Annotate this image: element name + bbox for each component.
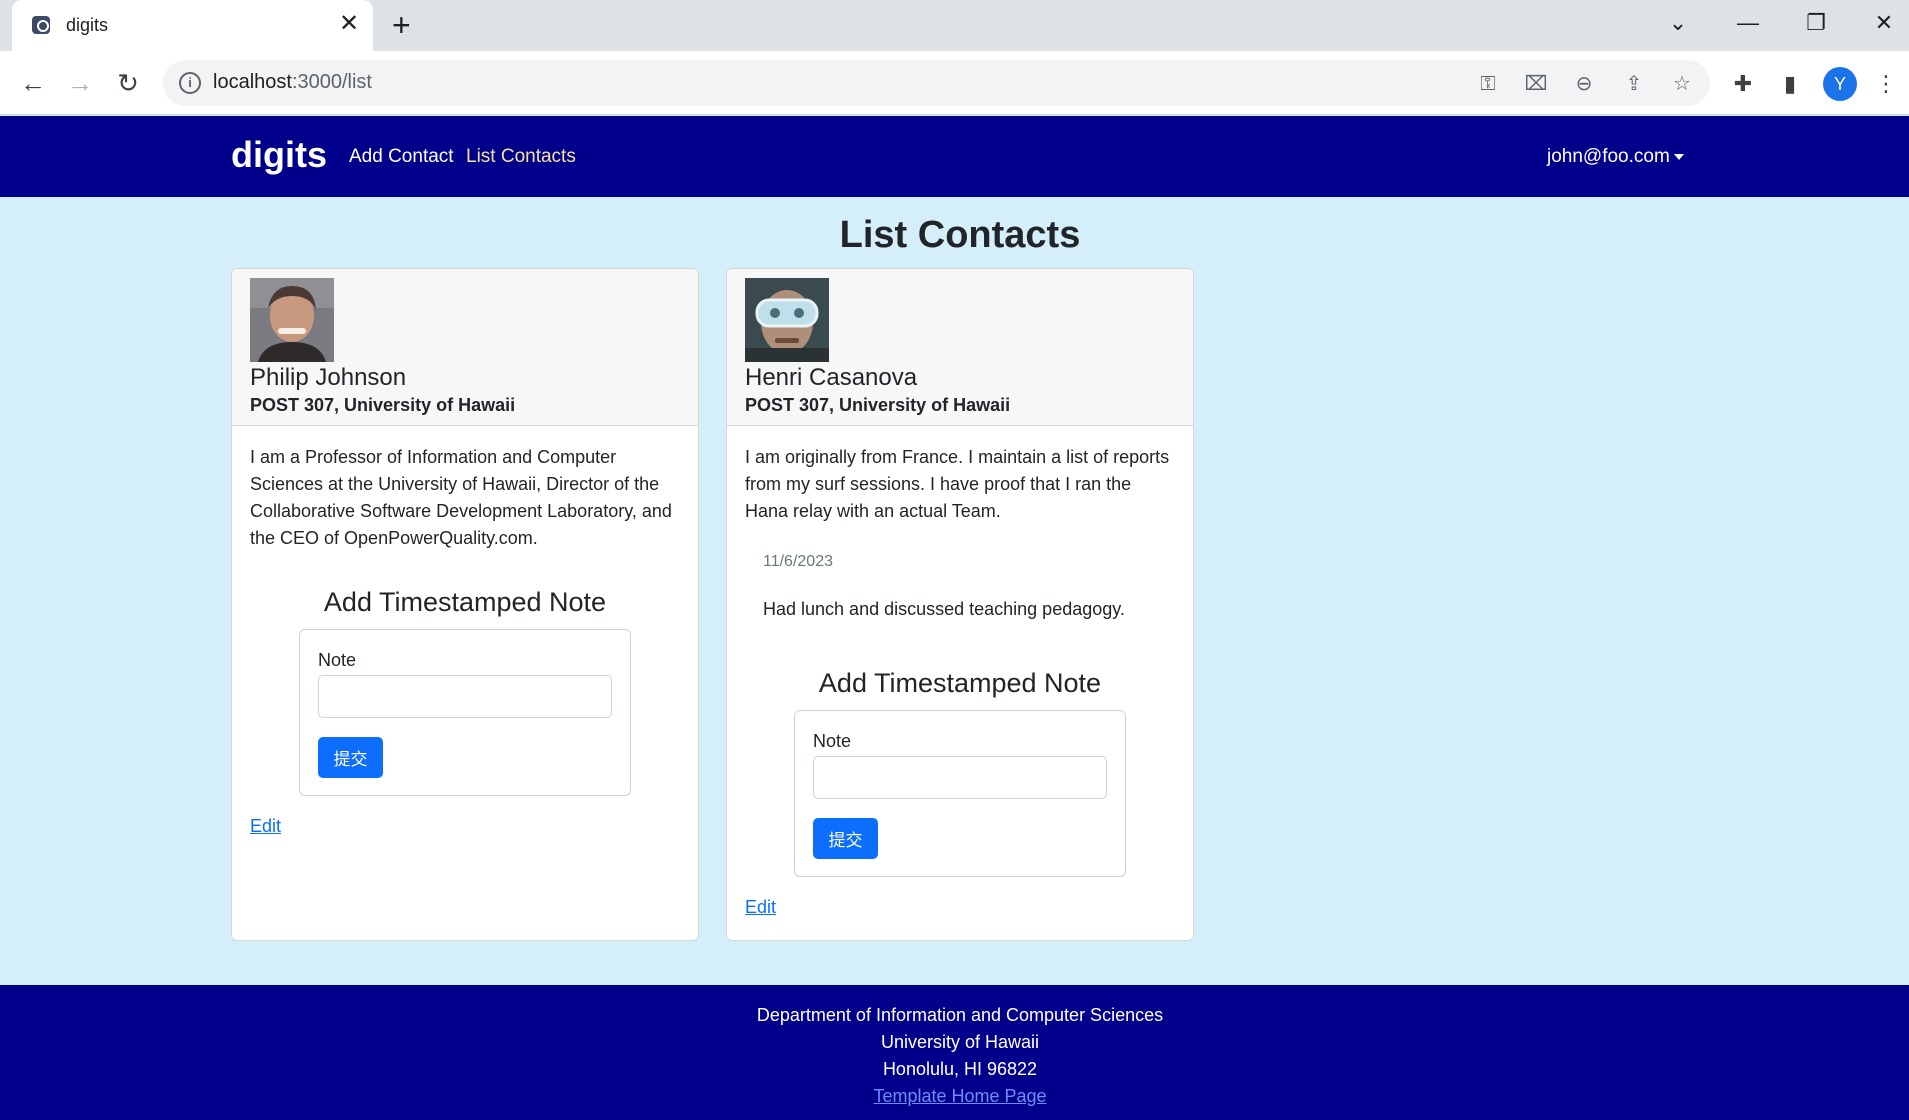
contact-photo [250,278,334,362]
extensions-icon[interactable]: ✚ [1726,67,1760,101]
menu-kebab-icon[interactable]: ⋮ [1869,67,1903,101]
close-window-icon[interactable]: ✕ [1864,8,1904,38]
browser-tab-bar: digits ✕ + ⌄ — ❐ ✕ [0,0,1909,51]
zoom-out-icon[interactable]: ⊖ [1570,70,1598,98]
note-label: Note [813,731,852,751]
add-note-title: Add Timestamped Note [323,587,607,617]
bookmark-star-icon[interactable]: ☆ [1668,70,1696,98]
contact-address: POST 307, University of Hawaii [745,395,1011,415]
close-tab-icon[interactable]: ✕ [339,11,359,37]
favicon-icon [32,16,50,34]
translate-icon[interactable]: ⌧ [1522,70,1550,98]
restore-icon[interactable]: ❐ [1796,8,1836,38]
add-note-form: Note 提交 [299,629,631,796]
user-dropdown[interactable]: john@foo.com [1547,146,1684,168]
add-note-form: Note 提交 [794,710,1126,877]
app-navbar: digits Add Contact List Contacts john@fo… [0,116,1909,197]
note-input[interactable] [813,756,1107,799]
profile-avatar[interactable]: Y [1823,67,1857,101]
template-home-link[interactable]: Template Home Page [873,1086,1046,1106]
note-input[interactable] [318,675,612,718]
side-panel-icon[interactable]: ▮ [1773,67,1807,101]
add-note-title: Add Timestamped Note [818,668,1102,698]
footer-university: University of Hawaii [880,1032,1040,1052]
tab-title: digits [66,15,109,35]
note-text: Had lunch and discussed teaching pedagog… [763,599,1125,619]
card-header: Philip Johnson POST 307, University of H… [232,269,698,426]
url-text[interactable]: localhost:3000/list [213,71,372,94]
note-timestamp: 11/6/2023 [763,553,833,570]
key-icon[interactable]: ⚿ [1474,70,1502,98]
caret-down-icon [1673,153,1684,160]
reload-icon[interactable]: ↻ [110,65,146,101]
nav-list-contacts[interactable]: List Contacts [466,146,576,168]
footer-department: Department of Information and Computer S… [756,1005,1164,1025]
contact-photo [745,278,829,362]
submit-button[interactable]: 提交 [813,818,878,859]
edit-link[interactable]: Edit [745,897,776,918]
contact-card: Philip Johnson POST 307, University of H… [231,268,699,941]
page-title: List Contacts [839,214,1081,256]
browser-toolbar: ← → ↻ i localhost:3000/list ⚿ ⌧ ⊖ ⇪ ☆ ✚ … [0,51,1909,115]
back-icon[interactable]: ← [15,65,51,101]
address-bar[interactable]: i localhost:3000/list ⚿ ⌧ ⊖ ⇪ ☆ [163,60,1710,106]
contact-name: Henri Casanova [745,364,918,391]
contact-card: Henri Casanova POST 307, University of H… [726,268,1194,941]
contact-address: POST 307, University of Hawaii [250,395,516,415]
contact-description: I am a Professor of Information and Comp… [250,447,672,548]
site-info-icon[interactable]: i [179,72,201,94]
forward-icon[interactable]: → [62,65,98,101]
share-icon[interactable]: ⇪ [1620,70,1648,98]
card-header: Henri Casanova POST 307, University of H… [727,269,1193,426]
footer: Department of Information and Computer S… [0,985,1909,1120]
brand-logo[interactable]: digits [231,134,327,176]
submit-button[interactable]: 提交 [318,737,383,778]
contact-name: Philip Johnson [250,364,407,391]
edit-link[interactable]: Edit [250,816,281,837]
minimize-icon[interactable]: — [1728,8,1768,38]
nav-add-contact[interactable]: Add Contact [349,146,454,168]
new-tab-icon[interactable]: + [392,8,411,42]
browser-tab[interactable]: digits ✕ [12,0,373,51]
contact-description: I am originally from France. I maintain … [745,447,1170,521]
note-label: Note [318,650,357,670]
tab-search-icon[interactable]: ⌄ [1658,8,1698,38]
footer-location: Honolulu, HI 96822 [882,1059,1038,1079]
